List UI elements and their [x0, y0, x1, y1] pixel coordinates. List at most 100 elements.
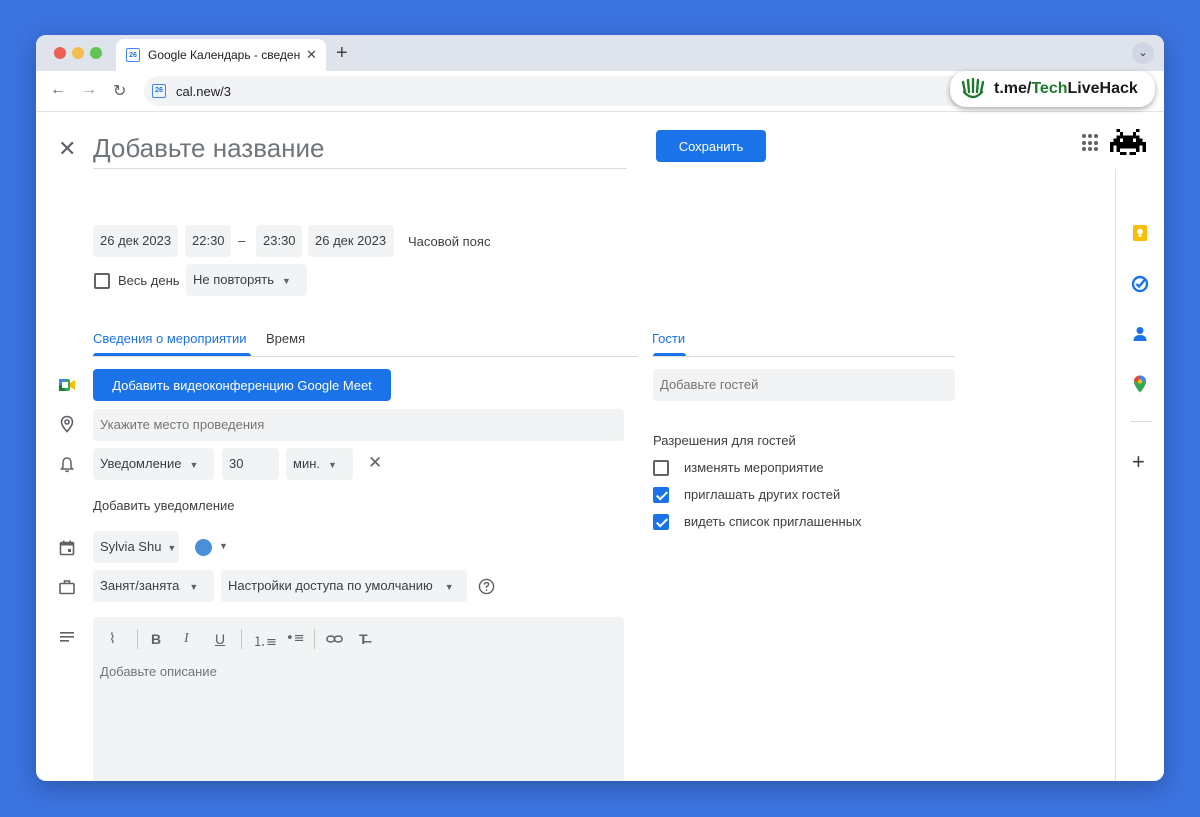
maps-icon[interactable] — [1130, 374, 1150, 394]
end-date-picker[interactable]: 26 дек 2023 — [308, 225, 394, 257]
availability-value: Занят/занята — [100, 578, 180, 593]
side-panel-divider — [1130, 421, 1152, 422]
attachment-icon[interactable]: ⌇ — [109, 631, 116, 647]
expand-panel-chevron-icon[interactable]: › — [1134, 779, 1139, 781]
browser-tab[interactable]: 26 Google Календарь - сведения ✕ — [116, 39, 326, 71]
time-range-dash: – — [238, 233, 246, 248]
link-icon[interactable] — [326, 632, 343, 646]
notification-unit-value: мин. — [293, 456, 320, 471]
permission-see-guests-checkbox[interactable] — [653, 514, 669, 530]
url-text: cal.new/3 — [176, 83, 231, 99]
permission-modify-checkbox[interactable] — [653, 460, 669, 476]
add-google-meet-button[interactable]: Добавить видеоконференцию Google Meet — [93, 369, 391, 401]
apps-grid-icon[interactable] — [1082, 134, 1100, 152]
contacts-icon[interactable] — [1130, 324, 1150, 344]
visibility-value: Настройки доступа по умолчанию — [228, 578, 433, 593]
event-color-picker[interactable] — [195, 539, 212, 556]
calendar-icon — [59, 540, 75, 556]
promo-tech: Tech — [1031, 80, 1068, 97]
guest-permissions-title: Разрешения для гостей — [653, 433, 796, 448]
tab-time[interactable]: Время — [266, 331, 305, 346]
all-day-label: Весь день — [118, 273, 180, 288]
reload-icon[interactable]: ↻ — [113, 81, 126, 101]
google-meet-icon — [59, 379, 75, 391]
promo-badge: t.me/TechLiveHack — [950, 71, 1155, 107]
calendar-owner-dropdown[interactable]: Sylvia Shu ▼ — [93, 531, 179, 563]
close-window-button[interactable] — [54, 47, 66, 59]
help-icon[interactable] — [478, 578, 495, 595]
bulleted-list-icon[interactable]: •≡ — [286, 631, 305, 646]
start-time-picker[interactable]: 22:30 — [185, 225, 231, 257]
forward-arrow-icon[interactable]: → — [81, 81, 97, 99]
tab-close-icon[interactable]: ✕ — [306, 47, 317, 63]
all-day-checkbox[interactable] — [94, 273, 110, 289]
tasks-icon[interactable] — [1130, 274, 1150, 294]
promo-text: t.me/TechLiveHack — [994, 80, 1138, 98]
tabs-divider — [93, 356, 638, 357]
minimize-window-button[interactable] — [72, 47, 84, 59]
bold-icon[interactable]: B — [151, 631, 161, 647]
dropdown-caret-icon: ▼ — [444, 582, 454, 592]
dropdown-caret-icon: ▼ — [328, 460, 337, 470]
description-lines-icon — [60, 632, 74, 642]
repeat-dropdown[interactable]: Не повторять ▼ — [186, 264, 307, 296]
save-button[interactable]: Сохранить — [656, 130, 766, 162]
repeat-value: Не повторять — [193, 272, 275, 287]
permission-invite-label: приглашать других гостей — [684, 487, 841, 502]
description-placeholder: Добавьте описание — [100, 664, 217, 679]
calendar-owner-value: Sylvia Shu — [100, 539, 162, 554]
notification-type-dropdown[interactable]: Уведомление ▼ — [93, 448, 214, 480]
calendar-favicon-icon: 26 — [126, 48, 140, 62]
availability-dropdown[interactable]: Занят/занята ▼ — [93, 570, 214, 602]
color-caret-icon[interactable]: ▼ — [219, 541, 228, 551]
briefcase-icon — [59, 580, 75, 595]
title-bar: 26 Google Календарь - сведения ✕ + ⌄ — [36, 35, 1164, 71]
permission-invite-checkbox[interactable] — [653, 487, 669, 503]
add-addon-icon[interactable]: + — [1132, 449, 1145, 475]
promo-rest: LiveHack — [1067, 80, 1138, 97]
permission-modify-label: изменять мероприятие — [684, 460, 824, 475]
tab-guests[interactable]: Гости — [652, 331, 685, 346]
timezone-link[interactable]: Часовой пояс — [408, 234, 490, 249]
underline-icon[interactable]: U — [215, 631, 225, 647]
keep-icon[interactable] — [1130, 223, 1150, 243]
toolbar-separator — [241, 629, 242, 649]
guests-divider — [653, 356, 955, 357]
start-date-picker[interactable]: 26 дек 2023 — [93, 225, 178, 257]
visibility-dropdown[interactable]: Настройки доступа по умолчанию ▼ — [221, 570, 467, 602]
dropdown-caret-icon: ▼ — [189, 582, 199, 592]
calendar-favicon-icon: 26 — [152, 84, 166, 98]
location-input[interactable] — [93, 409, 624, 441]
tab-search-chevron-icon[interactable]: ⌄ — [1132, 42, 1154, 64]
dropdown-caret-icon: ▼ — [167, 543, 177, 553]
maximize-window-button[interactable] — [90, 47, 102, 59]
notification-value-input[interactable]: 30 — [222, 448, 279, 480]
location-pin-icon — [60, 415, 74, 433]
tab-event-details[interactable]: Сведения о мероприятии — [93, 331, 247, 346]
italic-icon[interactable]: I — [184, 631, 189, 647]
notification-unit-dropdown[interactable]: мин. ▼ — [286, 448, 353, 480]
toolbar-separator — [314, 629, 315, 649]
hands-logo-icon — [961, 78, 985, 99]
new-tab-icon[interactable]: + — [336, 42, 348, 65]
side-panel: + › — [1115, 169, 1164, 781]
browser-window: 26 Google Календарь - сведения ✕ + ⌄ ← →… — [36, 35, 1164, 781]
add-guests-input[interactable] — [653, 369, 955, 401]
dropdown-caret-icon: ▼ — [282, 276, 291, 286]
tab-title: Google Календарь - сведения — [148, 48, 300, 62]
event-title-input[interactable] — [93, 128, 627, 169]
description-editor[interactable]: ⌇ B I U ⒈≡ •≡ T̶ Добавьте описание — [93, 617, 624, 781]
notification-type-value: Уведомление — [100, 456, 182, 471]
bell-icon — [60, 457, 74, 473]
clear-formatting-icon[interactable]: T̶ — [359, 631, 368, 647]
back-arrow-icon[interactable]: ← — [50, 81, 66, 99]
close-icon[interactable]: ✕ — [58, 136, 76, 162]
end-time-picker[interactable]: 23:30 — [256, 225, 302, 257]
remove-notification-icon[interactable]: ✕ — [368, 453, 382, 473]
browser-toolbar: ← → ↻ 26 cal.new/3 t.me/TechLiveHack — [36, 71, 1164, 112]
numbered-list-icon[interactable]: ⒈≡ — [253, 631, 277, 650]
add-notification-link[interactable]: Добавить уведомление — [93, 498, 235, 513]
permission-see-guests-label: видеть список приглашенных — [684, 514, 862, 529]
avatar[interactable] — [1110, 124, 1146, 160]
event-editor: ✕ Сохранить 26 дек 2023 22:30 – 23:30 26… — [36, 112, 1164, 781]
